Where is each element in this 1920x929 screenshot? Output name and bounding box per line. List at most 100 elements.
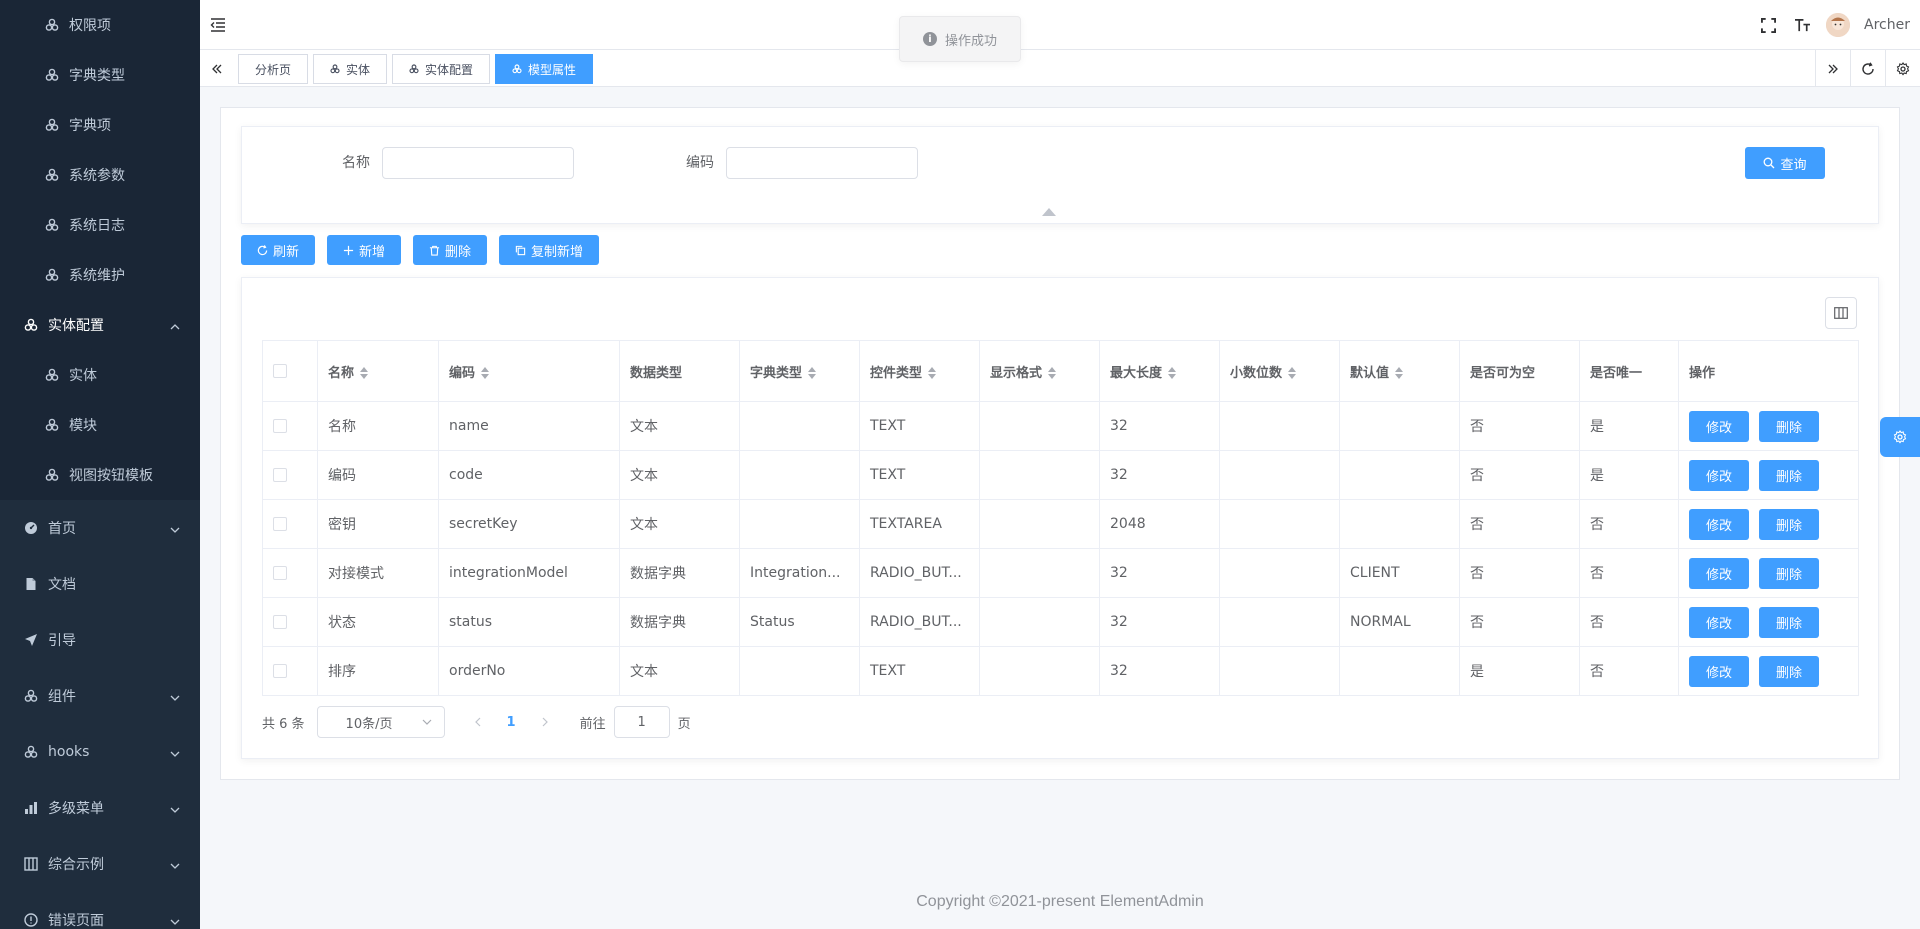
page-size-value: 10条/页 bbox=[345, 716, 393, 732]
collapse-toggle-icon[interactable] bbox=[1042, 208, 1056, 216]
row-delete-button[interactable]: 删除 bbox=[1759, 557, 1819, 589]
add-button[interactable]: 新增 bbox=[327, 235, 402, 265]
goto-page-input[interactable]: 1 bbox=[613, 706, 670, 738]
toast-text: 操作成功 bbox=[944, 33, 997, 49]
column-header[interactable]: 字典类型 bbox=[739, 340, 860, 402]
next-page-icon[interactable] bbox=[540, 717, 550, 727]
table-cell bbox=[739, 450, 860, 500]
page-number[interactable]: 1 bbox=[507, 715, 516, 730]
sidebar-menu-item[interactable]: 组件 bbox=[0, 668, 200, 724]
sidebar-subitem[interactable]: 系统日志 bbox=[0, 200, 200, 250]
sort-caret-icon[interactable] bbox=[1048, 367, 1057, 379]
query-button[interactable]: 查询 bbox=[1745, 147, 1825, 179]
sort-caret-icon[interactable] bbox=[1288, 367, 1297, 379]
delete-button[interactable]: 删除 bbox=[413, 235, 488, 265]
edit-button[interactable]: 修改 bbox=[1689, 459, 1749, 491]
sort-caret-icon[interactable] bbox=[1168, 367, 1177, 379]
row-delete-button[interactable]: 删除 bbox=[1759, 655, 1819, 687]
column-header[interactable]: 显示格式 bbox=[979, 340, 1100, 402]
row-select-cell bbox=[262, 401, 318, 451]
floating-settings-button[interactable] bbox=[1880, 417, 1920, 457]
sort-caret-icon[interactable] bbox=[360, 367, 369, 379]
copy-add-button[interactable]: 复制新增 bbox=[499, 235, 600, 265]
settings-gear-icon[interactable] bbox=[1885, 50, 1920, 87]
chevron-down-icon bbox=[170, 691, 180, 701]
username[interactable]: Archer bbox=[1864, 17, 1910, 33]
select-all-checkbox[interactable] bbox=[273, 364, 287, 378]
row-checkbox[interactable] bbox=[273, 566, 287, 580]
tag-item[interactable]: 实体配置 bbox=[392, 54, 491, 84]
sidebar-menu-item[interactable]: 首页 bbox=[0, 500, 200, 556]
column-header[interactable]: 默认值 bbox=[1339, 340, 1460, 402]
sidebar-menu-item[interactable]: 多级菜单 bbox=[0, 780, 200, 836]
edit-button[interactable]: 修改 bbox=[1689, 606, 1749, 638]
sidebar-menu-item[interactable]: 综合示例 bbox=[0, 836, 200, 892]
table-cell bbox=[979, 450, 1100, 500]
sort-caret-icon[interactable] bbox=[481, 367, 490, 379]
menu-toggle-icon[interactable] bbox=[210, 17, 226, 33]
sidebar-subitem[interactable]: 实体 bbox=[0, 350, 200, 400]
column-header[interactable]: 最大长度 bbox=[1099, 340, 1220, 402]
column-header[interactable]: 编码 bbox=[438, 340, 620, 402]
add-button-label: 新增 bbox=[359, 244, 386, 260]
sidebar-item-label: 引导 bbox=[48, 633, 76, 649]
dashboard-icon bbox=[24, 521, 38, 535]
sort-caret-icon[interactable] bbox=[1395, 367, 1404, 379]
row-actions-cell: 修改 删除 bbox=[1678, 499, 1859, 549]
column-settings-icon[interactable] bbox=[1825, 297, 1857, 329]
column-header[interactable]: 小数位数 bbox=[1219, 340, 1340, 402]
edit-button[interactable]: 修改 bbox=[1689, 557, 1749, 589]
code-label: 编码 bbox=[686, 155, 714, 171]
sidebar-subitem[interactable]: 视图按钮模板 bbox=[0, 450, 200, 500]
table-cell: 对接模式 bbox=[317, 548, 439, 598]
sort-caret-icon[interactable] bbox=[808, 367, 817, 379]
column-header-label: 显示格式 bbox=[990, 365, 1043, 381]
table-row: 对接模式 integrationModel 数据字典 Integration... RA… bbox=[262, 548, 1859, 598]
row-delete-button[interactable]: 删除 bbox=[1759, 459, 1819, 491]
edit-button[interactable]: 修改 bbox=[1689, 410, 1749, 442]
sidebar-item-entity-config[interactable]: 实体配置 bbox=[0, 300, 200, 350]
sidebar-subitem[interactable]: 字典类型 bbox=[0, 50, 200, 100]
table-cell: Integration... bbox=[739, 548, 860, 598]
refresh-icon[interactable] bbox=[1850, 50, 1885, 87]
table-cell: 32 bbox=[1099, 646, 1220, 696]
sidebar-subitem[interactable]: 系统维护 bbox=[0, 250, 200, 300]
row-delete-button[interactable]: 删除 bbox=[1759, 410, 1819, 442]
sort-caret-icon[interactable] bbox=[928, 367, 937, 379]
edit-button[interactable]: 修改 bbox=[1689, 508, 1749, 540]
code-input[interactable] bbox=[726, 147, 918, 179]
sidebar-menu-item[interactable]: 文档 bbox=[0, 556, 200, 612]
table-cell: 否 bbox=[1459, 548, 1580, 598]
sidebar-subitem[interactable]: 字典项 bbox=[0, 100, 200, 150]
table-cell: RADIO_BUT... bbox=[859, 597, 980, 647]
edit-button[interactable]: 修改 bbox=[1689, 655, 1749, 687]
row-checkbox[interactable] bbox=[273, 468, 287, 482]
font-size-icon[interactable] bbox=[1792, 15, 1812, 35]
row-checkbox[interactable] bbox=[273, 664, 287, 678]
sidebar-subitem[interactable]: 模块 bbox=[0, 400, 200, 450]
sidebar-item-label: 系统参数 bbox=[69, 168, 125, 184]
row-checkbox[interactable] bbox=[273, 615, 287, 629]
row-checkbox[interactable] bbox=[273, 419, 287, 433]
column-header[interactable]: 控件类型 bbox=[859, 340, 980, 402]
fullscreen-icon[interactable] bbox=[1758, 15, 1778, 35]
sidebar-menu-item[interactable]: hooks bbox=[0, 724, 200, 780]
tag-item[interactable]: 实体 bbox=[313, 54, 388, 84]
sidebar-menu-item[interactable]: 引导 bbox=[0, 612, 200, 668]
tag-item[interactable]: 模型属性 bbox=[495, 54, 594, 84]
double-chevron-right-icon[interactable] bbox=[1815, 50, 1850, 87]
page-size-select[interactable]: 10条/页 bbox=[316, 706, 445, 738]
double-chevron-left-icon[interactable] bbox=[200, 50, 234, 87]
row-delete-button[interactable]: 删除 bbox=[1759, 606, 1819, 638]
tag-item[interactable]: 分析页 bbox=[238, 54, 309, 84]
prev-page-icon[interactable] bbox=[473, 717, 483, 727]
sidebar-subitem[interactable]: 系统参数 bbox=[0, 150, 200, 200]
name-input[interactable] bbox=[382, 147, 574, 179]
row-checkbox[interactable] bbox=[273, 517, 287, 531]
sidebar-subitem[interactable]: 权限项 bbox=[0, 0, 200, 50]
avatar[interactable] bbox=[1826, 13, 1851, 37]
row-delete-button[interactable]: 删除 bbox=[1759, 508, 1819, 540]
column-header[interactable]: 名称 bbox=[317, 340, 439, 402]
refresh-button[interactable]: 刷新 bbox=[241, 235, 316, 265]
sidebar-menu-item[interactable]: 错误页面 bbox=[0, 892, 200, 929]
